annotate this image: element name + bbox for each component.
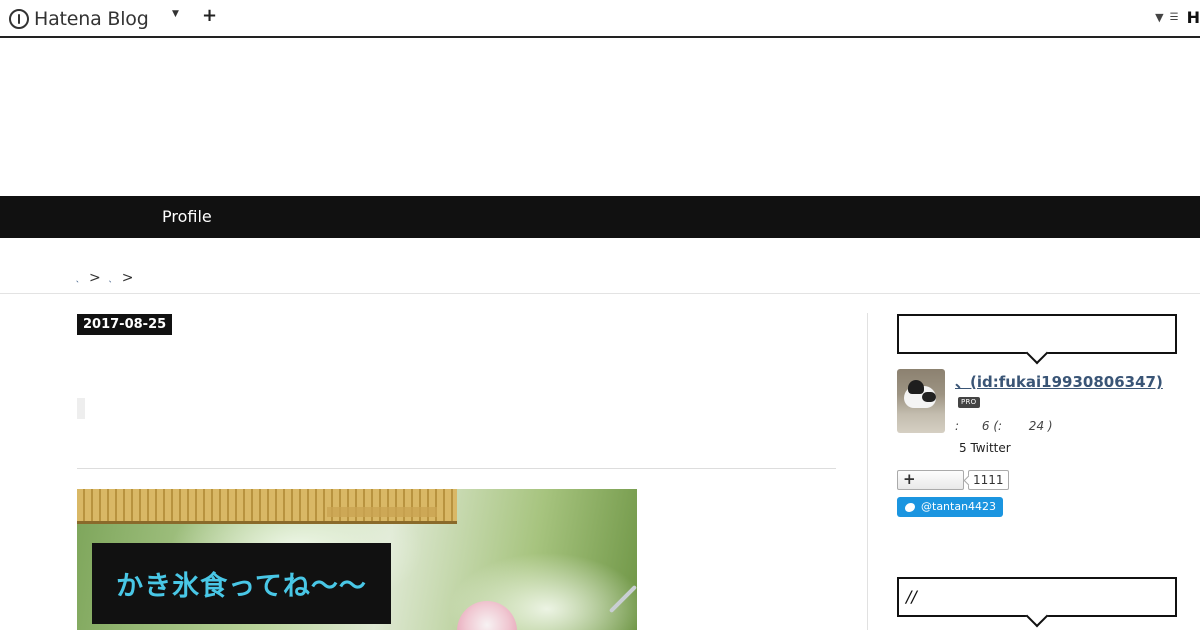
caret-down-icon[interactable]: ▼ [172,9,179,19]
breadcrumb-item[interactable]: 、 [109,275,116,285]
hero-caption-box: かき氷食ってね～～ [92,543,391,624]
sidebar-profile-heading [897,314,1177,354]
profile-twitter-line: 5 Twitter [959,441,1011,455]
hero-caption: かき氷食ってね～～ [116,571,367,602]
spoon-graphic [608,584,637,614]
entry-category-placeholder [77,398,85,419]
sidebar-second-heading: // [897,577,1177,617]
breadcrumb-separator: > [89,270,101,286]
breadcrumb-item[interactable]: 、 [76,275,83,285]
caret-down-icon[interactable]: ▼ [1155,11,1163,24]
follower-count[interactable]: 1111 [968,470,1009,490]
avatar[interactable] [897,369,945,433]
profile-stats: : 6 (: 24 ) [955,419,1053,433]
header-user-menu[interactable]: ▼ ☰ H [1155,8,1200,27]
follow-button[interactable]: + [897,470,964,490]
header-divider [0,293,1200,294]
shaved-ice-graphic [457,601,517,630]
twitter-follow-button[interactable]: @tantan4423 [897,497,1003,517]
header-right-text[interactable]: H [1187,8,1200,27]
bamboo-blind-graphic [327,507,437,517]
entry-divider [77,468,836,469]
plus-icon: + [903,470,916,488]
plus-icon[interactable]: + [202,5,217,26]
blog-nav-bar: Profile [0,196,1200,238]
breadcrumb: 、 > 、 > [76,270,141,286]
blog-title-area [0,40,1200,196]
sidebar-heading-text: // [906,587,917,606]
breadcrumb-separator: > [121,270,134,286]
global-header: Hatena Blog ▼ + ▼ ☰ H [0,0,1200,38]
nav-item-profile[interactable]: Profile [162,207,212,226]
sidebar-divider [867,313,868,630]
entry-hero-image: かき氷食ってね～～ [77,489,637,630]
pro-badge: PRO [958,397,980,408]
logo-text: Hatena Blog [34,8,149,30]
cat-photo [904,380,936,408]
entry-date[interactable]: 2017-08-25 [77,314,173,335]
hatena-blog-logo[interactable]: Hatena Blog [9,6,149,32]
twitter-bird-icon [903,502,917,513]
twitter-handle: @tantan4423 [921,500,997,513]
profile-id-link[interactable]: 、(id:fukai19930806347) [955,371,1163,392]
hatena-logo-icon [9,9,29,29]
list-menu-icon[interactable]: ☰ [1170,12,1179,23]
